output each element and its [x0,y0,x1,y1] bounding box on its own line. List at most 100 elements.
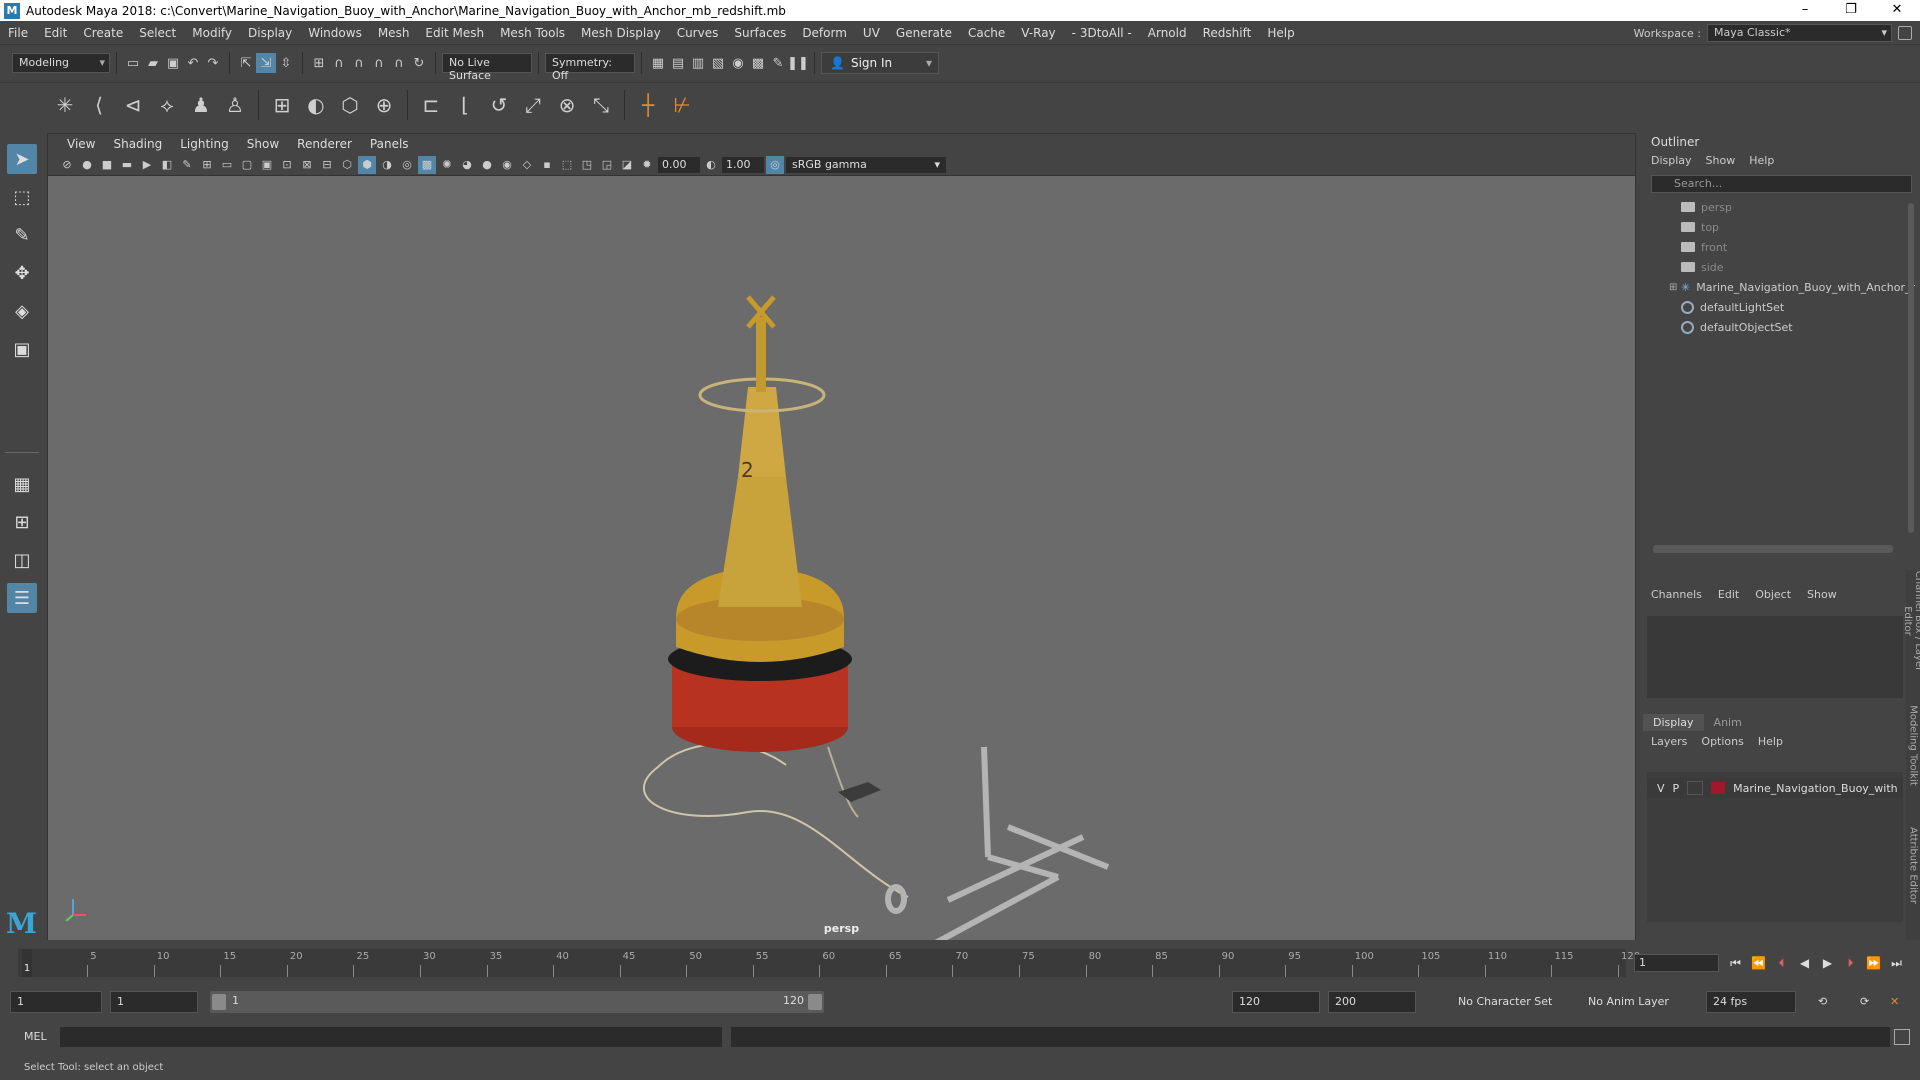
sign-in-button[interactable]: 👤 Sign In [821,52,939,74]
snap-grid-icon[interactable]: ⊞ [309,53,329,73]
tab-display[interactable]: Display [1643,713,1704,731]
select-object-icon[interactable]: ⇲ [256,53,276,73]
channel-box-menu-channels[interactable]: Channels [1651,588,1702,601]
film-gate-icon[interactable]: ▭ [218,156,236,174]
exposure-field[interactable]: 0.00 [658,156,700,173]
remove-influence-icon[interactable]: ⊬ [665,88,699,122]
quick-rig-icon[interactable]: ♟ [184,88,218,122]
textured-icon[interactable]: ▩ [418,155,436,174]
snap-curve-icon[interactable]: ∩ [329,53,349,73]
gamma-icon[interactable]: ◐ [702,156,720,174]
outliner-item-side[interactable]: side [1643,257,1920,277]
move-tool-icon[interactable]: ✥ [7,258,37,288]
playback-start-field[interactable]: 1 [110,991,198,1013]
grease-pencil-icon[interactable]: ✎ [178,156,196,174]
aim-constraint-icon[interactable]: ⌊ [448,88,482,122]
live-surface-field[interactable]: No Live Surface [442,53,532,82]
color-management-icon[interactable]: ◎ [766,155,784,174]
lock-camera-icon[interactable]: ● [78,156,96,174]
safe-action-icon[interactable]: ⊠ [298,156,316,174]
minimize-button[interactable]: – [1782,0,1828,21]
viewport-canvas[interactable]: 2 persp [48,177,1635,960]
maximize-button[interactable]: ❐ [1828,0,1874,21]
save-scene-icon[interactable]: ▣ [163,53,183,73]
close-button[interactable]: ✕ [1874,0,1920,21]
menu-surfaces[interactable]: Surfaces [726,26,794,40]
bookmark-icon[interactable]: ▬ [118,156,136,174]
side-tab-modeling-toolkit[interactable]: Modeling Toolkit [1908,691,1919,801]
redo-icon[interactable]: ↷ [203,53,223,73]
outliner-item-persp[interactable]: persp [1643,197,1920,217]
script-language-label[interactable]: MEL [24,1030,47,1043]
depth-of-field-icon[interactable]: ▪ [538,156,556,174]
outliner-horizontal-scrollbar[interactable] [1653,545,1893,553]
two-pane-layout-icon[interactable]: ◫ [7,545,37,575]
step-forward-key-icon[interactable]: ⏩ [1864,953,1883,973]
smooth-bind-icon[interactable]: ◐ [299,88,333,122]
menu-create[interactable]: Create [75,26,131,40]
gamma-field[interactable]: 1.00 [722,156,764,173]
menu-help[interactable]: Help [1259,26,1302,40]
render-frame-icon[interactable]: ▤ [668,53,688,73]
lasso-tool-icon[interactable]: ⬚ [7,182,37,212]
wrap-icon[interactable]: ⊕ [367,88,401,122]
ik-spline-icon[interactable]: ⟡ [150,88,184,122]
default-material-icon[interactable]: ◑ [378,156,396,174]
field-chart-icon[interactable]: ⊡ [278,156,296,174]
pole-vector-icon[interactable]: ⤡ [584,88,618,122]
snap-surface-icon[interactable]: ∩ [389,53,409,73]
menu-uv[interactable]: UV [855,26,888,40]
single-perspective-layout-icon[interactable]: ▦ [7,469,37,499]
tab-anim[interactable]: Anim [1704,714,1752,731]
ik-handle-icon[interactable]: ⊲ [116,88,150,122]
display-layer-row[interactable]: V P Marine_Navigation_Buoy_with [1647,778,1903,798]
layer-menu-help[interactable]: Help [1758,735,1783,748]
multisample-aa-icon[interactable]: ◇ [518,156,536,174]
play-forwards-icon[interactable]: ▶ [1818,953,1837,973]
rotate-tool-icon[interactable]: ◈ [7,296,37,326]
go-to-start-icon[interactable]: ⏮ [1726,953,1745,973]
2d-pan-zoom-icon[interactable]: ◧ [158,156,176,174]
locator-icon[interactable]: ✳ [48,88,82,122]
animation-end-field[interactable]: 200 [1328,991,1416,1013]
menu-mesh-display[interactable]: Mesh Display [573,26,669,40]
exposure-icon[interactable]: ✹ [638,156,656,174]
render-region-icon[interactable]: ▦ [648,53,668,73]
anim-prefs-icon[interactable]: ✕ [1890,995,1899,1008]
motion-blur-icon[interactable]: ◉ [498,156,516,174]
four-view-layout-icon[interactable]: ⊞ [7,507,37,537]
menu-modify[interactable]: Modify [184,26,240,40]
layer-menu-options[interactable]: Options [1701,735,1743,748]
wireframe-icon[interactable]: ⬡ [338,156,356,174]
menu-file[interactable]: File [0,26,36,40]
redshift-icon[interactable]: ✎ [768,53,788,73]
outliner-menu-help[interactable]: Help [1749,154,1774,167]
menu-display[interactable]: Display [240,26,300,40]
animation-start-field[interactable]: 1 [10,991,102,1013]
parent-constraint-icon[interactable]: ⊗ [550,88,584,122]
bind-skin-icon[interactable]: ⊞ [265,88,299,122]
viewport-menu-view[interactable]: View [58,137,104,151]
current-frame-field[interactable]: 1 [1634,954,1719,972]
lattice-icon[interactable]: ⬡ [333,88,367,122]
range-end-handle[interactable] [808,994,822,1010]
undo-icon[interactable]: ↶ [183,53,203,73]
workspace-dropdown[interactable]: Maya Classic* [1707,24,1892,42]
anim-layer-dropdown[interactable]: No Anim Layer [1588,995,1669,1008]
screen-space-ao-icon[interactable]: ● [478,156,496,174]
shadows-icon[interactable]: ◕ [458,156,476,174]
outliner-item-default-light-set[interactable]: defaultLightSet [1643,297,1920,317]
render-view-icon[interactable]: ▩ [748,53,768,73]
resolution-gate-icon[interactable]: ▢ [238,156,256,174]
step-back-frame-icon[interactable]: ⏴ [1772,953,1791,973]
range-bar[interactable]: 1 120 [210,991,824,1013]
safe-title-icon[interactable]: ⊟ [318,156,336,174]
side-tab-attribute-editor[interactable]: Attribute Editor [1908,811,1919,921]
loop-icon[interactable]: ⟲ [1818,995,1827,1008]
human-ik-icon[interactable]: ♙ [218,88,252,122]
layer-type-toggle[interactable] [1687,781,1704,795]
viewport-menu-show[interactable]: Show [238,137,288,151]
snap-view-icon[interactable]: ∩ [369,53,389,73]
menu-edit-mesh[interactable]: Edit Mesh [417,26,492,40]
menu-redshift[interactable]: Redshift [1195,26,1260,40]
